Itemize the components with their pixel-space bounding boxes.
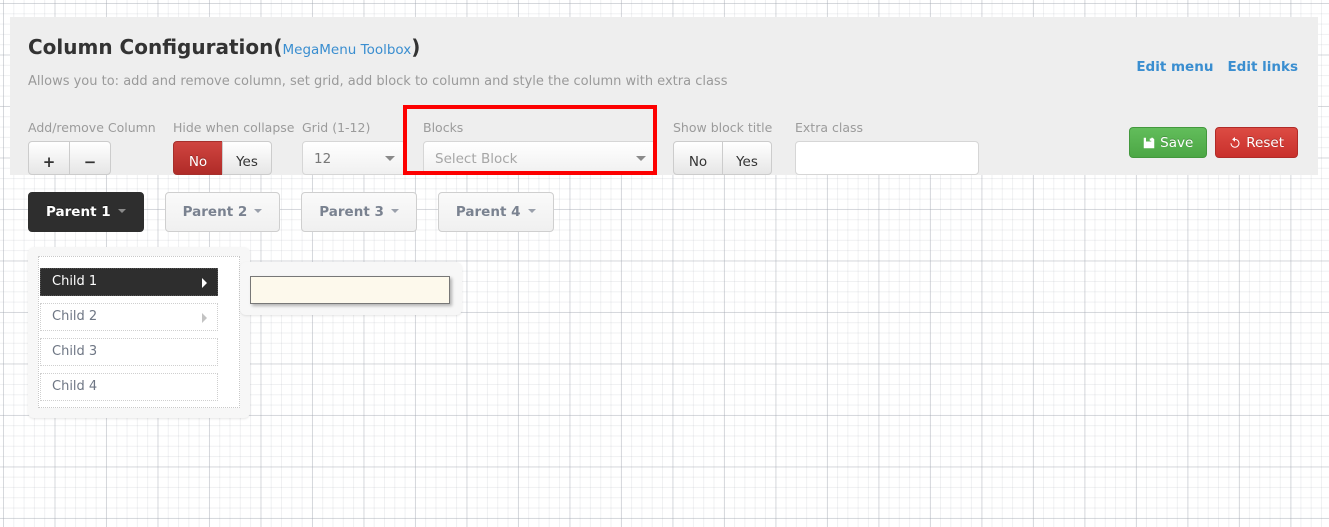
floppy-disk-icon (1143, 130, 1155, 161)
show-block-title-yes-button[interactable]: Yes (722, 141, 772, 175)
blocks-group: Blocks Select Block (423, 120, 657, 179)
hide-when-collapse-no-button[interactable]: No (173, 141, 223, 175)
page-title-subtitle: MegaMenu Toolbox (282, 42, 412, 58)
child-item-1-label: Child 1 (52, 274, 98, 289)
page-title-text: Column Configuration (28, 35, 274, 59)
extra-class-group: Extra class (795, 120, 979, 175)
child-item-4-label: Child 4 (52, 379, 98, 394)
child-item-3[interactable]: Child 3 (40, 338, 218, 366)
grid-label: Grid (1-12) (302, 120, 371, 135)
child-item-1[interactable]: Child 1 (40, 268, 218, 296)
grid-group: Grid (1-12) 12 (302, 120, 406, 179)
edit-menu-link[interactable]: Edit menu (1136, 59, 1213, 75)
parent-tab-1-label: Parent 1 (46, 204, 111, 220)
show-block-title-label: Show block title (673, 120, 773, 135)
title-close-paren: ) (411, 35, 421, 59)
block-column-panel (240, 262, 462, 315)
column-configuration-panel: Column Configuration(MegaMenu Toolbox) A… (10, 17, 1318, 175)
show-block-title-no-button[interactable]: No (673, 141, 723, 175)
grid-select-wrap: 12 (302, 141, 406, 175)
chevron-down-icon (390, 209, 399, 213)
child-item-2[interactable]: Child 2 (40, 303, 218, 331)
add-remove-column-label: Add/remove Column (28, 120, 156, 135)
reset-button[interactable]: Reset (1215, 127, 1298, 158)
reset-button-label: Reset (1246, 135, 1284, 151)
add-remove-column-group: Add/remove Column + − (28, 120, 156, 175)
action-buttons: Save Reset (1129, 127, 1298, 158)
child-column-panel: Child 1 Child 2 Child 3 Child 4 (28, 247, 250, 418)
hide-when-collapse-group: Hide when collapse No Yes (173, 120, 294, 175)
hide-when-collapse-yes-button[interactable]: Yes (222, 141, 272, 175)
chevron-down-icon (527, 209, 536, 213)
edit-links-link[interactable]: Edit links (1227, 59, 1298, 75)
chevron-right-icon (202, 278, 207, 288)
parent-tabs: Parent 1 Parent 2 Parent 3 Parent 4 (28, 192, 575, 232)
save-button-label: Save (1160, 135, 1194, 151)
blocks-select[interactable]: Select Block (423, 141, 657, 175)
show-block-title-group: Show block title No Yes (673, 120, 772, 175)
save-button[interactable]: Save (1129, 127, 1208, 161)
header-links: Edit menu Edit links (1122, 59, 1298, 75)
parent-tab-3-label: Parent 3 (319, 204, 384, 220)
remove-column-button[interactable]: − (69, 141, 111, 175)
parent-tab-2[interactable]: Parent 2 (164, 192, 281, 232)
extra-class-input[interactable] (795, 141, 979, 175)
hide-when-collapse-label: Hide when collapse (173, 120, 295, 135)
parent-tab-3[interactable]: Parent 3 (301, 192, 417, 232)
chevron-down-icon (254, 209, 263, 213)
add-remove-button-group: + − (28, 141, 156, 175)
child-item-3-label: Child 3 (52, 344, 98, 359)
chevron-down-icon (117, 209, 126, 213)
child-item-2-label: Child 2 (52, 309, 98, 324)
block-placeholder-box[interactable] (250, 276, 450, 304)
parent-tab-4[interactable]: Parent 4 (437, 192, 554, 232)
grid-select[interactable]: 12 (302, 141, 406, 175)
child-item-4[interactable]: Child 4 (40, 373, 218, 401)
undo-arrow-icon (1229, 130, 1241, 161)
parent-tab-4-label: Parent 4 (455, 204, 521, 220)
parent-tab-1[interactable]: Parent 1 (28, 192, 144, 232)
blocks-label: Blocks (423, 120, 464, 135)
extra-class-label: Extra class (795, 120, 863, 135)
page-description: Allows you to: add and remove column, se… (28, 74, 728, 89)
parent-tab-2-label: Parent 2 (182, 204, 248, 220)
blocks-select-wrap: Select Block (423, 141, 657, 175)
page-title: Column Configuration(MegaMenu Toolbox) (28, 35, 420, 59)
chevron-right-icon (202, 313, 207, 323)
hide-when-collapse-button-group: No Yes (173, 141, 294, 175)
show-block-title-button-group: No Yes (673, 141, 772, 175)
add-column-button[interactable]: + (28, 141, 70, 175)
